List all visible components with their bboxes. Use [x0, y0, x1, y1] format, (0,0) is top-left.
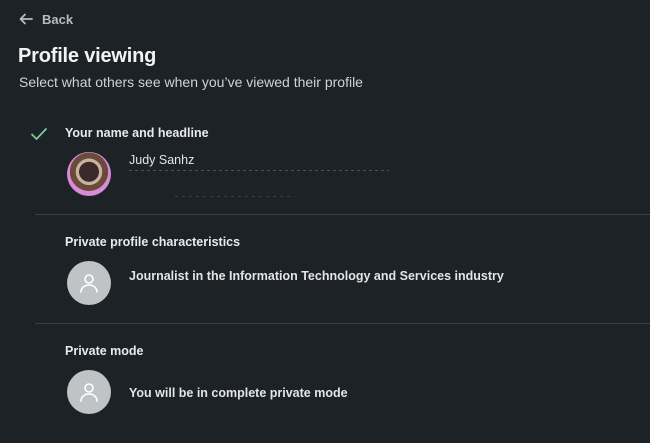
back-label: Back: [42, 11, 74, 27]
option-detail: Journalist in the Information Technology…: [129, 269, 504, 283]
profile-viewing-page: Back Profile viewing Select what others …: [0, 0, 650, 443]
redacted-headline: [129, 170, 389, 171]
option-title: Private profile characteristics: [65, 235, 241, 249]
option-title: Your name and headline: [65, 126, 209, 140]
anonymous-person-icon: [67, 261, 111, 305]
profile-photo-avatar: [67, 152, 111, 196]
option-detail: You will be in complete private mode: [129, 386, 348, 400]
option-title: Private mode: [65, 344, 144, 358]
option-private-mode[interactable]: Private mode You will be in complete pri…: [35, 344, 650, 434]
option-name-and-headline[interactable]: Your name and headline Judy Sanhz: [31, 126, 650, 216]
redacted-headline: [175, 196, 295, 197]
divider: [35, 323, 650, 324]
divider: [35, 214, 650, 215]
page-title: Profile viewing: [18, 45, 157, 67]
arrow-left-icon: [19, 13, 33, 25]
option-private-profile-characteristics[interactable]: Private profile characteristics Journali…: [35, 235, 650, 325]
back-button[interactable]: Back: [18, 11, 73, 27]
checkmark-icon: [31, 128, 47, 140]
option-detail-name: Judy Sanhz: [129, 153, 195, 167]
anonymous-person-icon: [67, 370, 111, 414]
page-subtitle: Select what others see when you’ve viewe…: [19, 74, 363, 90]
